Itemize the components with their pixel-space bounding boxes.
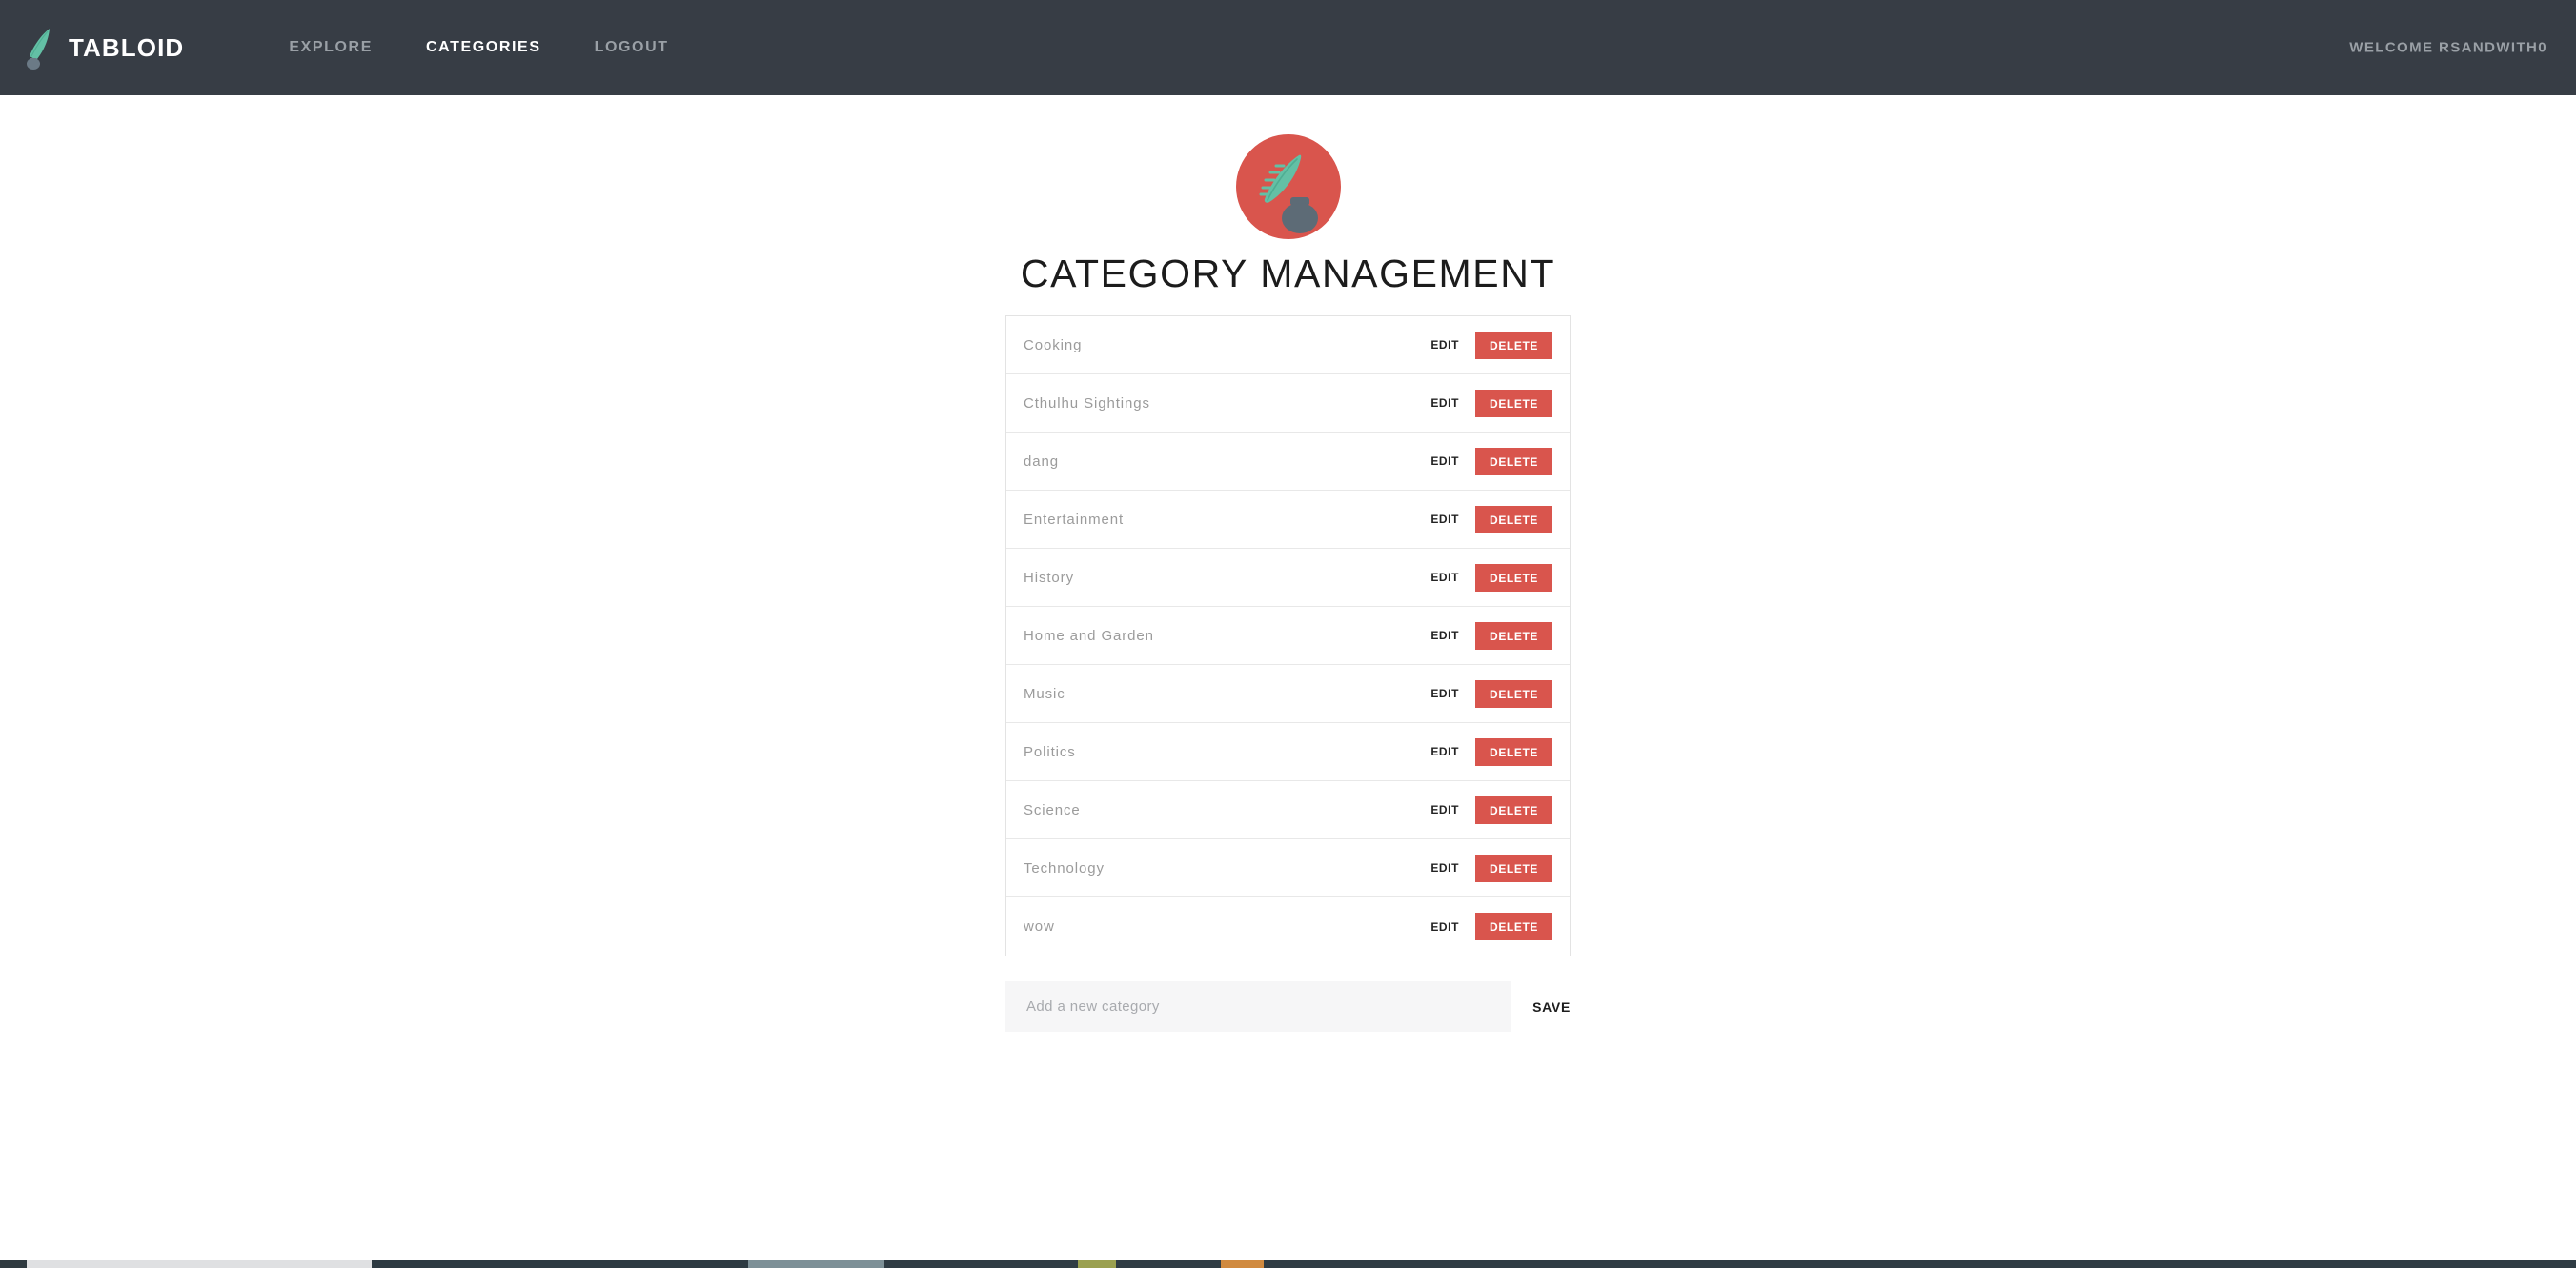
category-name: Cooking: [1024, 336, 1083, 353]
delete-button[interactable]: DELETE: [1475, 447, 1552, 475]
category-name: Politics: [1024, 743, 1076, 760]
category-list: Cooking EDIT DELETE Cthulhu Sightings ED…: [1005, 315, 1571, 956]
brand-name: TABLOID: [69, 32, 185, 62]
edit-link[interactable]: EDIT: [1430, 396, 1459, 410]
category-name: Entertainment: [1024, 511, 1125, 528]
category-name: dang: [1024, 453, 1059, 470]
edit-link[interactable]: EDIT: [1430, 338, 1459, 352]
taskbar-segment[interactable]: [1116, 1260, 1221, 1268]
taskbar-segment[interactable]: [1264, 1260, 2576, 1268]
edit-link[interactable]: EDIT: [1430, 803, 1459, 816]
edit-link[interactable]: EDIT: [1430, 629, 1459, 642]
table-row: Entertainment EDIT DELETE: [1006, 491, 1570, 549]
delete-button[interactable]: DELETE: [1475, 389, 1552, 417]
delete-button[interactable]: DELETE: [1475, 621, 1552, 650]
category-name: Music: [1024, 685, 1065, 702]
table-row: Politics EDIT DELETE: [1006, 723, 1570, 781]
delete-button[interactable]: DELETE: [1475, 795, 1552, 824]
delete-button[interactable]: DELETE: [1475, 679, 1552, 708]
table-row: Cooking EDIT DELETE: [1006, 316, 1570, 374]
quill-in-circle-logo: [1235, 134, 1341, 239]
brand-logo-link[interactable]: TABLOID: [21, 26, 184, 70]
delete-button[interactable]: DELETE: [1475, 854, 1552, 882]
taskbar-segment[interactable]: [372, 1260, 748, 1268]
edit-link[interactable]: EDIT: [1430, 745, 1459, 758]
welcome-user-label: WELCOME RSANDWITH0: [2349, 39, 2547, 56]
taskbar-segment[interactable]: [1078, 1260, 1116, 1268]
nav-link-explore[interactable]: EXPLORE: [262, 39, 399, 56]
edit-link[interactable]: EDIT: [1430, 861, 1459, 875]
table-row: Cthulhu Sightings EDIT DELETE: [1006, 374, 1570, 433]
edit-link[interactable]: EDIT: [1430, 454, 1459, 468]
taskbar-sliver[interactable]: [0, 1260, 2576, 1268]
edit-link[interactable]: EDIT: [1430, 920, 1459, 934]
delete-button[interactable]: DELETE: [1475, 563, 1552, 592]
table-row: Home and Garden EDIT DELETE: [1006, 607, 1570, 665]
taskbar-segment[interactable]: [884, 1260, 1078, 1268]
page-title: CATEGORY MANAGEMENT: [1020, 252, 1556, 295]
save-button[interactable]: SAVE: [1511, 999, 1571, 1015]
quill-pen-icon: [21, 27, 57, 70]
taskbar-segment[interactable]: [748, 1260, 884, 1268]
category-name: History: [1024, 569, 1074, 586]
table-row: dang EDIT DELETE: [1006, 433, 1570, 491]
table-row: wow EDIT DELETE: [1006, 897, 1570, 956]
page-content: CATEGORY MANAGEMENT Cooking EDIT DELETE …: [0, 95, 2576, 1032]
edit-link[interactable]: EDIT: [1430, 687, 1459, 700]
category-name: Cthulhu Sightings: [1024, 394, 1150, 412]
edit-link[interactable]: EDIT: [1430, 571, 1459, 584]
table-row: Technology EDIT DELETE: [1006, 839, 1570, 897]
table-row: History EDIT DELETE: [1006, 549, 1570, 607]
category-name: Technology: [1024, 859, 1105, 876]
nav-links: EXPLORE CATEGORIES LOGOUT: [262, 39, 695, 56]
category-name: Home and Garden: [1024, 627, 1154, 644]
table-row: Science EDIT DELETE: [1006, 781, 1570, 839]
delete-button[interactable]: DELETE: [1475, 505, 1552, 533]
nav-link-logout[interactable]: LOGOUT: [568, 39, 696, 56]
add-category-form: SAVE: [1005, 981, 1571, 1032]
edit-link[interactable]: EDIT: [1430, 513, 1459, 526]
nav-link-categories[interactable]: CATEGORIES: [399, 39, 568, 56]
delete-button[interactable]: DELETE: [1475, 913, 1552, 940]
delete-button[interactable]: DELETE: [1475, 737, 1552, 766]
category-name: Science: [1024, 801, 1081, 818]
taskbar-segment[interactable]: [0, 1260, 27, 1268]
table-row: Music EDIT DELETE: [1006, 665, 1570, 723]
add-category-input[interactable]: [1005, 981, 1512, 1032]
top-navbar: TABLOID EXPLORE CATEGORIES LOGOUT WELCOM…: [0, 0, 2576, 95]
delete-button[interactable]: DELETE: [1475, 331, 1552, 359]
taskbar-segment[interactable]: [27, 1260, 372, 1268]
category-name: wow: [1024, 918, 1055, 935]
taskbar-segment[interactable]: [1221, 1260, 1264, 1268]
